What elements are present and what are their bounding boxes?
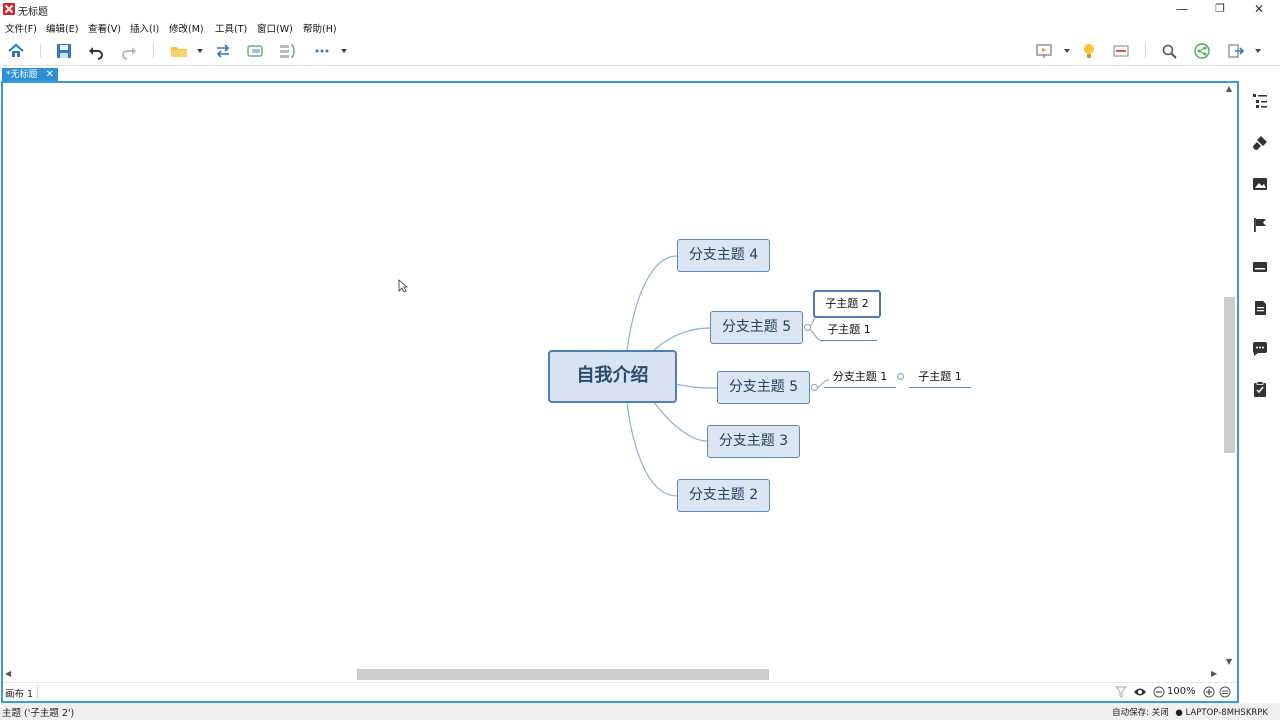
share-icon[interactable] bbox=[1193, 42, 1211, 60]
menu-view[interactable]: 查看(V) bbox=[88, 21, 121, 35]
vertical-scrollbar[interactable]: ▲ ▼ bbox=[1222, 83, 1237, 668]
comment-icon[interactable] bbox=[1251, 340, 1269, 358]
zoom-in-icon[interactable] bbox=[1203, 686, 1215, 698]
style-brush-icon[interactable] bbox=[1251, 134, 1269, 152]
more-icon[interactable] bbox=[313, 42, 331, 60]
folder-icon[interactable] bbox=[170, 42, 188, 60]
collapse-toggle[interactable] bbox=[804, 324, 811, 331]
idea-icon[interactable] bbox=[1080, 42, 1098, 60]
mindmap-canvas[interactable]: 自我介绍 分支主题 4 分支主题 5 分支主题 5 分支主题 3 分支主题 2 … bbox=[3, 83, 1222, 668]
tab-close-icon[interactable]: ✕ bbox=[46, 68, 54, 82]
scroll-up-icon[interactable]: ▲ bbox=[1226, 84, 1232, 93]
collapse-toggle[interactable] bbox=[811, 384, 818, 391]
image-icon[interactable] bbox=[1251, 175, 1269, 193]
notes-icon[interactable] bbox=[1251, 299, 1269, 317]
right-side-panel bbox=[1240, 82, 1280, 702]
app-logo-icon bbox=[3, 3, 15, 15]
horizontal-scrollbar[interactable]: ◀ ▶ bbox=[3, 668, 1222, 682]
zoom-level: 100% bbox=[1167, 686, 1196, 697]
tab-label: *无标题 bbox=[6, 70, 38, 80]
close-window-button[interactable]: ✕ bbox=[1241, 0, 1277, 19]
scroll-right-icon[interactable]: ▶ bbox=[1211, 669, 1217, 678]
central-topic[interactable]: 自我介绍 bbox=[548, 350, 677, 403]
branch-topic-3[interactable]: 分支主题 3 bbox=[707, 425, 800, 458]
summary-icon[interactable] bbox=[278, 42, 296, 60]
sheet-separator bbox=[37, 685, 38, 699]
subtopic-branch-1[interactable]: 分支主题 1 bbox=[824, 368, 896, 388]
tab-untitled[interactable]: *无标题 ✕ bbox=[2, 68, 58, 82]
branch-topic-5a[interactable]: 分支主题 5 bbox=[710, 311, 803, 344]
search-icon[interactable] bbox=[1160, 42, 1178, 60]
filter-icon[interactable] bbox=[1115, 686, 1127, 698]
presentation-dropdown-icon[interactable] bbox=[1064, 49, 1070, 53]
presentation-icon[interactable] bbox=[1035, 42, 1053, 60]
sheet-tab-1[interactable]: 画布 1 bbox=[5, 686, 33, 700]
view-eye-icon[interactable] bbox=[1133, 686, 1147, 698]
status-right: 自动保存: 关闭 ● LAPTOP-8MHSKRPK bbox=[1112, 706, 1268, 718]
document-tab-strip: *无标题 ✕ bbox=[0, 66, 1280, 82]
subtopic-1-child[interactable]: 子主题 1 bbox=[909, 368, 971, 388]
horizontal-scroll-thumb[interactable] bbox=[357, 669, 769, 680]
menu-insert[interactable]: 插入(I) bbox=[130, 21, 159, 35]
redo-icon[interactable] bbox=[120, 42, 138, 60]
maximize-button[interactable]: ❐ bbox=[1202, 0, 1238, 19]
menu-file[interactable]: 文件(F) bbox=[5, 21, 37, 35]
marker-flag-icon[interactable] bbox=[1251, 216, 1269, 234]
task-clipboard-icon[interactable] bbox=[1251, 380, 1269, 398]
autosave-status[interactable]: 自动保存: 关闭 bbox=[1112, 708, 1169, 718]
collapse-toggle[interactable] bbox=[897, 373, 904, 380]
more-dropdown-icon[interactable] bbox=[341, 49, 347, 53]
computer-name: ● LAPTOP-8MHSKRPK bbox=[1175, 708, 1268, 718]
outline-icon[interactable] bbox=[1251, 92, 1269, 110]
export-dropdown-icon[interactable] bbox=[1255, 49, 1261, 53]
folder-dropdown-icon[interactable] bbox=[197, 49, 203, 53]
status-bar: 主题 ('子主题 2') 自动保存: 关闭 ● LAPTOP-8MHSKRPK bbox=[0, 703, 1280, 720]
mouse-cursor-icon bbox=[398, 279, 408, 293]
zoom-out-icon[interactable] bbox=[1153, 686, 1165, 698]
subtopic-2-selected[interactable]: 子主题 2 bbox=[813, 290, 881, 318]
layout-icon[interactable] bbox=[1112, 42, 1130, 60]
branch-topic-4[interactable]: 分支主题 4 bbox=[677, 239, 770, 272]
format-text-icon[interactable] bbox=[1251, 258, 1269, 276]
scroll-down-icon[interactable]: ▼ bbox=[1226, 657, 1232, 666]
relationship-icon[interactable] bbox=[214, 42, 232, 60]
scroll-left-icon[interactable]: ◀ bbox=[5, 669, 11, 678]
export-icon[interactable] bbox=[1227, 42, 1245, 60]
menu-window[interactable]: 窗口(W) bbox=[257, 21, 293, 35]
toolbar-separator bbox=[40, 44, 41, 58]
title-bar: 无标题 — ❐ ✕ bbox=[0, 0, 1280, 19]
undo-icon[interactable] bbox=[87, 42, 105, 60]
toolbar-separator bbox=[1145, 44, 1146, 58]
toolbar bbox=[0, 36, 1280, 66]
menu-tools[interactable]: 工具(T) bbox=[215, 21, 247, 35]
minimize-button[interactable]: — bbox=[1164, 0, 1200, 19]
sheet-bar: 画布 1 100% bbox=[3, 682, 1237, 701]
menu-bar: 文件(F) 编辑(E) 查看(V) 插入(I) 修改(M) 工具(T) 窗口(W… bbox=[0, 19, 1280, 36]
menu-edit[interactable]: 编辑(E) bbox=[46, 21, 78, 35]
save-icon[interactable] bbox=[55, 42, 73, 60]
branch-topic-5b[interactable]: 分支主题 5 bbox=[717, 371, 810, 404]
window-title: 无标题 bbox=[18, 7, 48, 18]
vertical-scroll-thumb[interactable] bbox=[1224, 297, 1235, 453]
home-icon[interactable] bbox=[7, 42, 25, 60]
fit-view-icon[interactable] bbox=[1219, 686, 1231, 698]
branch-topic-2[interactable]: 分支主题 2 bbox=[677, 479, 770, 512]
menu-modify[interactable]: 修改(M) bbox=[169, 21, 204, 35]
toolbar-separator bbox=[153, 44, 154, 58]
boundary-icon[interactable] bbox=[246, 42, 264, 60]
menu-help[interactable]: 帮助(H) bbox=[303, 21, 337, 35]
status-selection: 主题 ('子主题 2') bbox=[2, 708, 75, 719]
subtopic-1[interactable]: 子主题 1 bbox=[821, 321, 877, 341]
